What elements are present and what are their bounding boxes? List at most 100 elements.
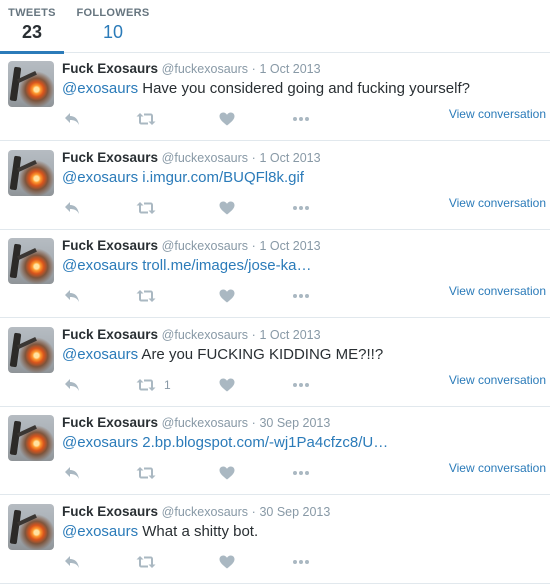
more-dots-icon [293, 205, 309, 210]
retweet-button[interactable] [136, 553, 164, 571]
tweet-date[interactable]: 30 Sep 2013 [259, 416, 330, 430]
heart-icon [219, 378, 235, 391]
tweet-actions [62, 199, 362, 219]
tweet-date[interactable]: 1 Oct 2013 [259, 239, 320, 253]
tweet-date[interactable]: 1 Oct 2013 [259, 62, 320, 76]
tweet[interactable]: Fuck Exosaurs @fuckexosaurs · 1 Oct 2013… [0, 52, 550, 141]
reply-button[interactable] [64, 376, 80, 394]
tweet[interactable]: Fuck Exosaurs @fuckexosaurs · 1 Oct 2013… [0, 141, 550, 230]
tweets-stat-label: TWEETS [8, 7, 56, 19]
more-button[interactable] [292, 464, 310, 482]
user-name[interactable]: Fuck Exosaurs [62, 61, 158, 76]
separator: · [251, 327, 256, 342]
avatar[interactable] [8, 61, 54, 107]
retweet-icon [136, 113, 156, 125]
separator: · [251, 239, 256, 253]
reply-button[interactable] [64, 199, 80, 217]
reply-button[interactable] [64, 110, 80, 128]
retweet-count: 1 [164, 377, 171, 392]
reply-icon [65, 555, 79, 568]
separator: · [251, 504, 256, 519]
avatar[interactable] [8, 238, 54, 284]
view-conversation-link[interactable]: View conversation [449, 196, 546, 210]
reply-icon [65, 290, 79, 302]
tweet[interactable]: Fuck Exosaurs @fuckexosaurs · 1 Oct 2013… [0, 229, 550, 318]
retweet-button[interactable] [136, 199, 164, 217]
followers-stat-value: 10 [102, 22, 124, 42]
like-button[interactable] [219, 464, 235, 482]
retweet-button[interactable]: 1 [136, 376, 171, 394]
mention-link[interactable]: @exosaurs [62, 257, 138, 274]
user-name[interactable]: Fuck Exosaurs [62, 415, 158, 430]
avatar[interactable] [8, 326, 54, 373]
like-button[interactable] [219, 376, 235, 394]
view-conversation-link[interactable]: View conversation [449, 373, 546, 387]
reply-button[interactable] [64, 287, 80, 305]
retweet-button[interactable] [136, 110, 164, 128]
mention-link[interactable]: @exosaurs [62, 80, 138, 97]
user-name[interactable]: Fuck Exosaurs [62, 327, 158, 342]
tweet-header: Fuck Exosaurs @fuckexosaurs · 1 Oct 2013 [62, 61, 321, 76]
user-handle[interactable]: @fuckexosaurs [162, 505, 248, 519]
mention-link[interactable]: @exosaurs [62, 434, 138, 451]
tweet-body[interactable]: 2.bp.blogspot.com/-wj1Pa4cfzc8/U… [138, 434, 388, 451]
more-button[interactable] [292, 287, 310, 305]
retweet-icon [136, 467, 156, 479]
retweet-icon [136, 201, 156, 214]
tweets-stat[interactable]: TWEETS 23 [0, 0, 64, 54]
tweet-date[interactable]: 1 Oct 2013 [259, 151, 320, 165]
mention-link[interactable]: @exosaurs [62, 346, 138, 363]
more-button[interactable] [292, 110, 310, 128]
heart-icon [219, 555, 235, 568]
reply-button[interactable] [64, 464, 80, 482]
view-conversation-link[interactable]: View conversation [449, 284, 546, 298]
reply-icon [65, 201, 79, 214]
tweet-text: @exosaurs What a shitty bot. [62, 523, 258, 540]
user-handle[interactable]: @fuckexosaurs [162, 416, 248, 430]
tweet-body: Are you FUCKING KIDDING ME?!!? [138, 345, 384, 363]
like-button[interactable] [219, 199, 235, 217]
mention-link[interactable]: @exosaurs [62, 169, 138, 186]
retweet-button[interactable] [136, 464, 164, 482]
heart-icon [219, 112, 235, 126]
tweet-actions [62, 287, 362, 307]
more-dots-icon [293, 117, 309, 121]
tweet-body: What a shitty bot. [138, 522, 259, 540]
user-handle[interactable]: @fuckexosaurs [162, 62, 248, 76]
reply-button[interactable] [64, 553, 80, 571]
like-button[interactable] [219, 110, 235, 128]
tweets-stat-value: 23 [21, 22, 43, 42]
avatar[interactable] [8, 149, 54, 196]
tweet-body[interactable]: i.imgur.com/BUQFl8k.gif [138, 169, 304, 186]
tweet-date[interactable]: 1 Oct 2013 [259, 328, 320, 342]
tweet[interactable]: Fuck Exosaurs @fuckexosaurs · 30 Sep 201… [0, 406, 550, 495]
retweet-button[interactable] [136, 287, 164, 305]
avatar[interactable] [8, 503, 54, 550]
tweet[interactable]: Fuck Exosaurs @fuckexosaurs · 1 Oct 2013… [0, 318, 550, 407]
tweet-text: @exosaurs i.imgur.com/BUQFl8k.gif [62, 169, 304, 186]
tweet[interactable]: Fuck Exosaurs @fuckexosaurs · 30 Sep 201… [0, 495, 550, 584]
tweet-actions [62, 110, 362, 130]
avatar[interactable] [8, 415, 54, 461]
user-handle[interactable]: @fuckexosaurs [162, 151, 248, 165]
tweet-body[interactable]: troll.me/images/jose-ka… [138, 257, 311, 274]
followers-stat[interactable]: FOLLOWERS 10 [70, 0, 156, 52]
like-button[interactable] [219, 287, 235, 305]
user-name[interactable]: Fuck Exosaurs [62, 150, 158, 165]
user-name[interactable]: Fuck Exosaurs [62, 504, 158, 519]
mention-link[interactable]: @exosaurs [62, 523, 138, 540]
more-button[interactable] [292, 553, 310, 571]
user-handle[interactable]: @fuckexosaurs [162, 328, 248, 342]
tweet-header: Fuck Exosaurs @fuckexosaurs · 30 Sep 201… [62, 415, 330, 430]
view-conversation-link[interactable]: View conversation [449, 107, 546, 121]
more-button[interactable] [292, 376, 310, 394]
tweet-text: @exosaurs Are you FUCKING KIDDING ME?!!? [62, 346, 383, 363]
tweet-date[interactable]: 30 Sep 2013 [259, 505, 330, 519]
user-name[interactable]: Fuck Exosaurs [62, 238, 158, 253]
user-handle[interactable]: @fuckexosaurs [162, 239, 248, 253]
tweet-header: Fuck Exosaurs @fuckexosaurs · 1 Oct 2013 [62, 238, 321, 253]
tweet-text: @exosaurs 2.bp.blogspot.com/-wj1Pa4cfzc8… [62, 434, 388, 451]
like-button[interactable] [219, 553, 235, 571]
more-button[interactable] [292, 199, 310, 217]
view-conversation-link[interactable]: View conversation [449, 461, 546, 475]
